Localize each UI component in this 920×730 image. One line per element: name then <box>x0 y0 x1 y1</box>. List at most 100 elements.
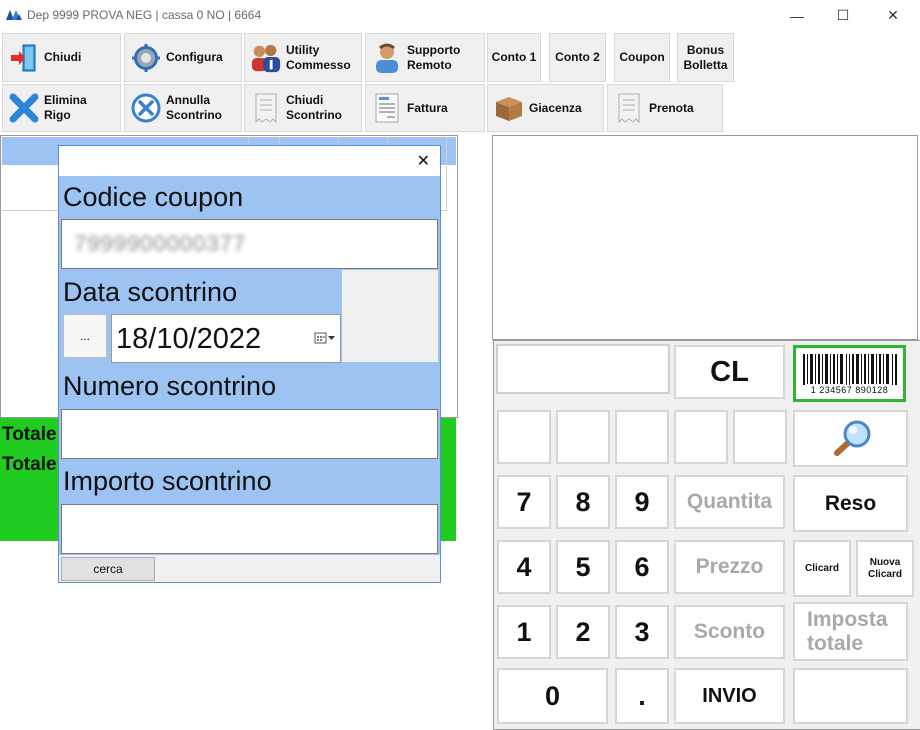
fattura-label: Fattura <box>407 100 448 115</box>
blank-key[interactable] <box>497 410 551 464</box>
blank-key[interactable] <box>556 410 610 464</box>
gear-icon <box>130 42 162 74</box>
giacenza-label: Giacenza <box>529 100 582 115</box>
key-9[interactable]: 9 <box>615 475 669 529</box>
annulla-scontrino-button[interactable]: Annulla Scontrino <box>124 84 242 132</box>
cl-label: CL <box>710 355 749 388</box>
barcode-number: 1 234567 890128 <box>799 384 900 395</box>
blank-key[interactable] <box>793 668 908 724</box>
key-1-label: 1 <box>516 616 532 647</box>
fattura-button[interactable]: Fattura <box>365 84 485 132</box>
supporto-remoto-button[interactable]: Supporto Remoto <box>365 33 485 82</box>
configura-button[interactable]: Configura <box>124 33 242 82</box>
quantita-label: Quantita <box>686 490 773 513</box>
codice-coupon-value: 7999900000377 <box>74 231 247 256</box>
coupon-label: Coupon <box>619 50 665 64</box>
quantita-key[interactable]: Quantita <box>674 475 785 529</box>
prezzo-key[interactable]: Prezzo <box>674 540 785 594</box>
magnifier-icon <box>833 420 870 456</box>
nuova-clicard-key[interactable]: Nuova Clicard <box>856 540 914 597</box>
product-display-panel <box>492 135 918 340</box>
imposta-totale-label: Imposta totale <box>807 607 888 655</box>
coupon-button[interactable]: Coupon <box>614 33 670 82</box>
cancel-circle-icon <box>130 92 162 124</box>
key-3[interactable]: 3 <box>615 605 669 659</box>
utility-commesso-button[interactable]: Utility Commesso <box>244 33 362 82</box>
receipt-icon <box>250 92 282 124</box>
date-picker-dots-button[interactable]: ... <box>63 314 107 358</box>
blank-key[interactable] <box>615 410 669 464</box>
key-2-label: 2 <box>575 616 591 647</box>
close-icon[interactable]: ✕ <box>417 151 430 171</box>
key-4-label: 4 <box>516 551 532 582</box>
window-title: Dep 9999 PROVA NEG | cassa 0 NO | 6664 <box>27 8 262 22</box>
key-6[interactable]: 6 <box>615 540 669 594</box>
cl-key[interactable]: CL <box>674 345 785 399</box>
blank-key[interactable] <box>733 410 787 464</box>
coupon-dialog: ✕ Codice coupon 7999900000377 Data scont… <box>58 145 441 583</box>
cerca-button[interactable]: cerca <box>61 557 155 581</box>
barcode-icon: 1 234567 890128 <box>799 352 900 396</box>
key-1[interactable]: 1 <box>497 605 551 659</box>
key-7-label: 7 <box>516 486 532 517</box>
key-5[interactable]: 5 <box>556 540 610 594</box>
key-3-label: 3 <box>634 616 650 647</box>
key-2[interactable]: 2 <box>556 605 610 659</box>
codice-coupon-input[interactable]: 7999900000377 <box>61 219 438 269</box>
conto-2-button[interactable]: Conto 2 <box>549 33 606 82</box>
invio-key[interactable]: INVIO <box>674 668 785 724</box>
blank-key[interactable] <box>674 410 728 464</box>
keypad-input-display <box>496 344 670 394</box>
dialog-title-bar: ✕ <box>59 146 440 176</box>
elimina-rigo-label: Elimina Rigo <box>44 93 87 122</box>
clicard-key[interactable]: Clicard <box>793 540 851 597</box>
nuova-clicard-label: Nuova Clicard <box>868 556 902 580</box>
clicard-label: Clicard <box>805 562 839 574</box>
bonus-bolletta-label: Bonus Bolletta <box>683 42 728 72</box>
invoice-icon <box>371 92 403 124</box>
supporto-remoto-label: Supporto Remoto <box>407 42 461 72</box>
chiudi-scontrino-button[interactable]: Chiudi Scontrino <box>244 84 362 132</box>
elimina-rigo-button[interactable]: Elimina Rigo <box>2 84 121 132</box>
title-bar: Dep 9999 PROVA NEG | cassa 0 NO | 6664 —… <box>0 0 920 31</box>
imposta-totale-key[interactable]: Imposta totale <box>793 602 908 661</box>
chiudi-button[interactable]: Chiudi <box>2 33 121 82</box>
reso-key[interactable]: Reso <box>793 475 908 532</box>
close-window-button[interactable]: ✕ <box>870 0 916 31</box>
data-scontrino-label: Data scontrino <box>63 277 238 307</box>
conto-2-label: Conto 2 <box>555 50 600 64</box>
minimize-button[interactable]: — <box>774 0 820 31</box>
data-scontrino-field[interactable]: 18/10/2022 <box>111 314 341 363</box>
prenota-label: Prenota <box>649 100 694 115</box>
importo-scontrino-input[interactable] <box>61 504 438 554</box>
dialog-footer: cerca <box>59 555 440 582</box>
utility-commesso-label: Utility Commesso <box>286 42 351 72</box>
chiudi-label: Chiudi <box>44 50 82 64</box>
chiudi-scontrino-label: Chiudi Scontrino <box>286 93 342 122</box>
search-key[interactable] <box>793 410 908 467</box>
key-0-label: 0 <box>544 680 561 711</box>
sconto-key[interactable]: Sconto <box>674 605 785 659</box>
calendar-dropdown-icon[interactable] <box>314 331 336 345</box>
key-4[interactable]: 4 <box>497 540 551 594</box>
receipt-icon <box>613 92 645 124</box>
app-logo-icon <box>6 10 22 20</box>
bonus-bolletta-button[interactable]: Bonus Bolletta <box>677 33 734 82</box>
totale-label-1: Totale <box>2 424 57 445</box>
maximize-button[interactable]: ☐ <box>820 0 866 31</box>
prenota-button[interactable]: Prenota <box>607 84 723 132</box>
conto-1-button[interactable]: Conto 1 <box>487 33 541 82</box>
delete-x-icon <box>8 92 40 124</box>
key-7[interactable]: 7 <box>497 475 551 529</box>
maximize-icon: ☐ <box>836 7 850 23</box>
numero-scontrino-input[interactable] <box>61 409 438 459</box>
barcode-key[interactable]: 1 234567 890128 <box>793 345 906 402</box>
dots-label: ... <box>79 329 90 343</box>
key-8[interactable]: 8 <box>556 475 610 529</box>
decimal-key[interactable]: . <box>615 668 669 724</box>
reso-label: Reso <box>824 491 877 515</box>
codice-coupon-label: Codice coupon <box>63 182 244 212</box>
giacenza-button[interactable]: Giacenza <box>487 84 604 132</box>
key-0[interactable]: 0 <box>497 668 608 724</box>
key-6-label: 6 <box>634 551 650 582</box>
